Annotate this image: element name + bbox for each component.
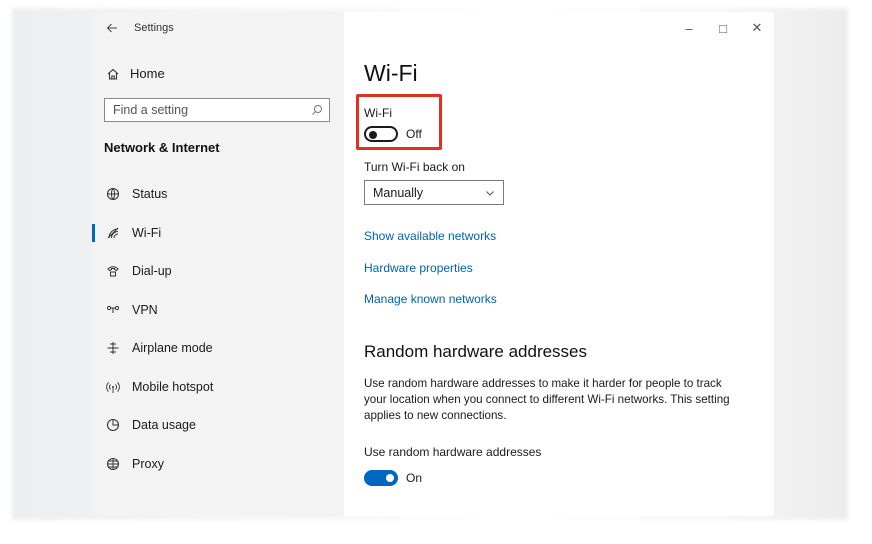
- home-icon: [107, 68, 119, 80]
- dropdown-value: Manually: [373, 185, 424, 200]
- wifi-toggle[interactable]: [364, 126, 398, 142]
- sidebar-item-label: Status: [132, 187, 168, 202]
- sidebar-item-label: VPN: [132, 302, 158, 317]
- titlebar: Settings: [92, 12, 344, 44]
- sidebar-item-label: Airplane mode: [132, 341, 213, 356]
- home-label: Home: [130, 66, 165, 81]
- hotspot-icon: [106, 380, 120, 394]
- data-usage-icon: [106, 418, 120, 432]
- turn-back-on-label: Turn Wi-Fi back on: [364, 160, 465, 174]
- manage-networks-link[interactable]: Manage known networks: [364, 292, 497, 306]
- arrow-left-icon: [106, 23, 117, 33]
- wifi-icon: [106, 226, 120, 240]
- settings-window: Settings Home Network & Internet Status: [92, 12, 774, 516]
- search-input[interactable]: [111, 102, 311, 118]
- search-icon: [312, 105, 322, 115]
- toggle-knob: [369, 131, 377, 139]
- sidebar-home[interactable]: Home: [106, 66, 165, 81]
- random-toggle-state: On: [406, 471, 423, 485]
- sidebar-item-dial-up[interactable]: Dial-up: [92, 252, 344, 291]
- sidebar: Settings Home Network & Internet Status: [92, 12, 344, 516]
- sidebar-item-airplane-mode[interactable]: Airplane mode: [92, 329, 344, 368]
- chevron-down-icon: [486, 190, 494, 196]
- search-box[interactable]: [104, 98, 330, 122]
- sidebar-item-label: Data usage: [132, 418, 196, 433]
- sidebar-item-mobile-hotspot[interactable]: Mobile hotspot: [92, 368, 344, 407]
- random-addresses-toggle[interactable]: [364, 470, 398, 486]
- turn-back-on-dropdown[interactable]: Manually: [364, 180, 504, 205]
- vpn-icon: [106, 303, 120, 317]
- random-addresses-heading: Random hardware addresses: [364, 342, 588, 361]
- wifi-toggle-label: Wi-Fi: [364, 106, 392, 120]
- main-content: Wi-Fi Wi-Fi Off Turn Wi-Fi back on Manua…: [344, 12, 774, 516]
- back-button[interactable]: [98, 14, 126, 42]
- hardware-properties-link[interactable]: Hardware properties: [364, 261, 473, 275]
- section-heading: Network & Internet: [104, 140, 220, 155]
- random-addresses-description: Use random hardware addresses to make it…: [364, 377, 730, 422]
- wifi-toggle-state: Off: [406, 127, 422, 141]
- sidebar-item-label: Proxy: [132, 456, 164, 471]
- sidebar-item-proxy[interactable]: Proxy: [92, 445, 344, 484]
- sidebar-item-label: Mobile hotspot: [132, 379, 214, 394]
- app-title: Settings: [134, 22, 174, 34]
- sidebar-nav: Status Wi-Fi Dial-up VPN Airplane mode M…: [92, 175, 344, 483]
- phone-icon: [106, 264, 120, 278]
- random-toggle-label: Use random hardware addresses: [364, 445, 542, 459]
- airplane-icon: [106, 341, 120, 355]
- sidebar-item-wifi[interactable]: Wi-Fi: [92, 214, 344, 253]
- show-networks-link[interactable]: Show available networks: [364, 229, 496, 243]
- proxy-globe-icon: [106, 457, 120, 471]
- toggle-knob: [386, 474, 394, 482]
- globe-icon: [106, 187, 120, 201]
- sidebar-item-data-usage[interactable]: Data usage: [92, 406, 344, 445]
- sidebar-item-label: Wi-Fi: [132, 225, 162, 240]
- sidebar-item-label: Dial-up: [132, 264, 172, 279]
- sidebar-item-status[interactable]: Status: [92, 175, 344, 214]
- sidebar-item-vpn[interactable]: VPN: [92, 291, 344, 330]
- page-title: Wi-Fi: [364, 60, 418, 86]
